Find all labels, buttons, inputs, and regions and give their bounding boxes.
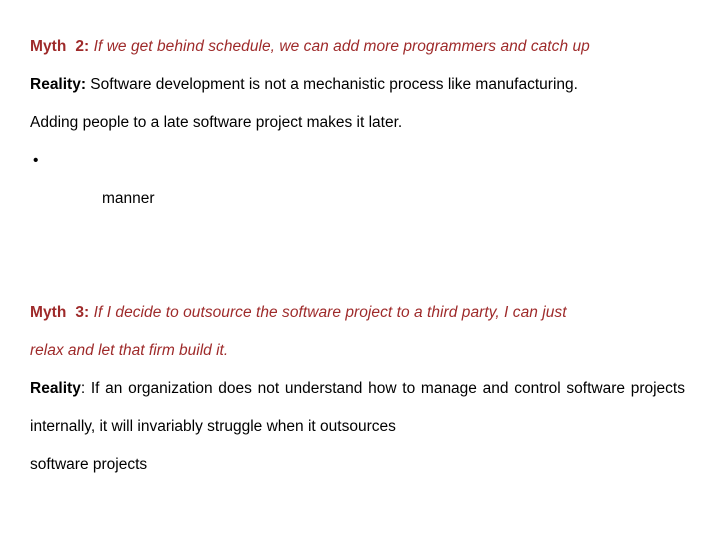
myth-3-reality-label: Reality (30, 380, 81, 397)
myth-3-reality-line-last: software projects (30, 456, 148, 473)
myth-2-statement: If we get behind schedule, we can add mo… (89, 38, 590, 55)
myth-2-reality-label: Reality: (30, 76, 86, 93)
myth-2-bullet-item: • (30, 142, 686, 180)
myth-3-label: Myth (30, 304, 67, 321)
myth-3-reality: Reality: If an organization does not und… (30, 370, 685, 446)
myth-3-heading: Myth 3: If I decide to outsource the soft… (30, 294, 686, 332)
slide-content: Myth 2: If we get behind schedule, we can… (30, 28, 686, 484)
myth-3-statement: If I decide to outsource the software pr… (89, 304, 567, 321)
myth-2-heading: Myth 2: If we get behind schedule, we can… (30, 28, 686, 66)
myth-2-reality-text: Software development is not a mechanisti… (86, 76, 578, 93)
myth-2-label: Myth (30, 38, 67, 55)
myth-3-statement-line2: relax and let that firm build it. (30, 342, 229, 359)
slide-canvas: Myth 2: If we get behind schedule, we can… (0, 0, 720, 540)
myth-2-number: 2: (75, 38, 90, 55)
myth-3-number: 3: (75, 304, 90, 321)
myth-2-reality-line2: Adding people to a late software project… (30, 114, 403, 131)
myth-2-reality: Reality: Software development is not a m… (30, 66, 686, 104)
myth-2-sub-text: manner (102, 190, 155, 207)
bullet-point-icon: • (33, 152, 39, 169)
myth-3-reality-text: If an organization does not understand h… (30, 380, 685, 435)
